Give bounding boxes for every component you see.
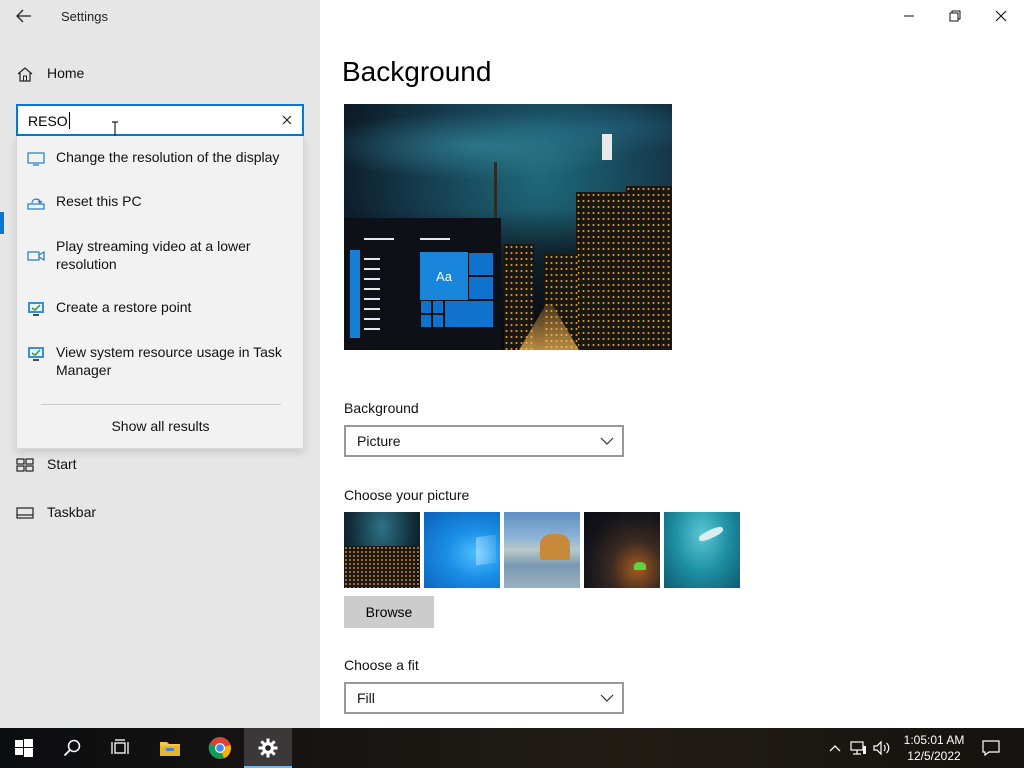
sidebar-item-home[interactable]: Home: [0, 56, 320, 92]
chevron-up-icon: [829, 745, 841, 752]
show-hidden-icons-button[interactable]: [826, 740, 844, 756]
search-suggestions: Change the resolution of the display Res…: [16, 136, 304, 449]
system-monitor-icon: [28, 347, 44, 361]
volume-icon: [873, 740, 890, 756]
monitor-icon: [27, 152, 45, 166]
background-type-select[interactable]: Picture: [344, 425, 624, 457]
select-value: Fill: [357, 690, 375, 706]
back-arrow-icon: [16, 9, 31, 23]
taskbar-icon: [16, 507, 34, 519]
close-icon: [995, 10, 1007, 22]
selected-indicator: [0, 212, 4, 234]
taskbar-search-button[interactable]: [48, 728, 96, 768]
choose-fit-label: Choose a fit: [344, 657, 419, 673]
file-explorer-button[interactable]: [146, 728, 194, 768]
windows-start-icon: [15, 739, 33, 757]
chevron-down-icon: [600, 694, 614, 702]
clock-date: 12/5/2022: [907, 749, 961, 763]
sidebar-item-label: Start: [47, 456, 77, 472]
background-label: Background: [344, 400, 419, 416]
chevron-down-icon: [600, 437, 614, 445]
minimize-button[interactable]: [886, 0, 932, 32]
close-icon: [282, 115, 292, 125]
window-controls: [886, 0, 1024, 32]
text-caret: [68, 112, 70, 129]
page-title: Background: [342, 56, 492, 87]
action-center-icon: [982, 740, 1000, 756]
fit-select[interactable]: Fill: [344, 682, 624, 714]
app-title: Settings: [61, 9, 108, 24]
settings-gear-icon: [258, 738, 278, 758]
home-icon: [17, 67, 33, 82]
volume-button[interactable]: [873, 740, 891, 756]
suggestion-label: Change the resolution of the display: [56, 149, 280, 165]
restore-icon: [949, 10, 961, 22]
task-view-icon: [111, 739, 129, 754]
chrome-icon: [208, 737, 231, 759]
reset-pc-icon: [27, 198, 45, 210]
video-icon: [27, 250, 45, 262]
picture-thumbnail-beach[interactable]: [504, 512, 580, 588]
select-value: Picture: [357, 433, 401, 449]
settings-sidebar: Settings Home Start Taskbar RESO Change …: [0, 0, 320, 728]
suggestion-label: Reset this PC: [56, 193, 142, 209]
start-menu-preview: Aa: [344, 218, 501, 350]
sidebar-item-start[interactable]: Start: [0, 447, 320, 483]
clear-search-button[interactable]: [278, 111, 296, 129]
background-preview: Aa: [344, 104, 672, 350]
picture-thumbnail-windows[interactable]: [424, 512, 500, 588]
search-icon: [63, 739, 81, 757]
show-all-results-link[interactable]: Show all results: [17, 418, 304, 434]
action-center-button[interactable]: [982, 740, 1000, 756]
browse-button[interactable]: Browse: [344, 596, 434, 628]
sidebar-item-taskbar[interactable]: Taskbar: [0, 495, 320, 531]
back-button[interactable]: [8, 2, 40, 30]
task-view-button[interactable]: [96, 728, 144, 768]
system-monitor-icon: [28, 302, 44, 316]
suggestion-label: Play streaming video at a lower resoluti…: [56, 238, 251, 272]
divider: [41, 404, 281, 405]
network-icon: [850, 741, 866, 755]
suggestion-label: View system resource usage in Task Manag…: [56, 344, 282, 378]
start-icon: [16, 458, 34, 472]
start-button[interactable]: [0, 728, 48, 768]
file-explorer-icon: [160, 742, 180, 756]
sidebar-item-label: Taskbar: [47, 504, 97, 520]
search-input-value: RESO: [28, 112, 68, 129]
picture-thumbnail-underwater[interactable]: [664, 512, 740, 588]
network-button[interactable]: [849, 740, 867, 756]
picture-thumbnail-city[interactable]: [344, 512, 420, 588]
suggestion-label: Create a restore point: [56, 299, 192, 315]
minimize-icon: [904, 15, 914, 17]
taskbar: 1:05:01 AM 12/5/2022: [0, 728, 1024, 768]
search-input[interactable]: RESO: [16, 104, 304, 136]
settings-taskbar-button[interactable]: [244, 728, 292, 768]
choose-picture-label: Choose your picture: [344, 487, 470, 503]
chrome-button[interactable]: [196, 728, 244, 768]
preview-tile: Aa: [420, 252, 468, 300]
close-button[interactable]: [978, 0, 1024, 32]
clock-time: 1:05:01 AM: [903, 733, 965, 747]
restore-button[interactable]: [932, 0, 978, 32]
picture-thumbnail-night-sky[interactable]: [584, 512, 660, 588]
sidebar-item-label: Home: [47, 65, 85, 81]
clock[interactable]: 1:05:01 AM 12/5/2022: [898, 732, 970, 764]
